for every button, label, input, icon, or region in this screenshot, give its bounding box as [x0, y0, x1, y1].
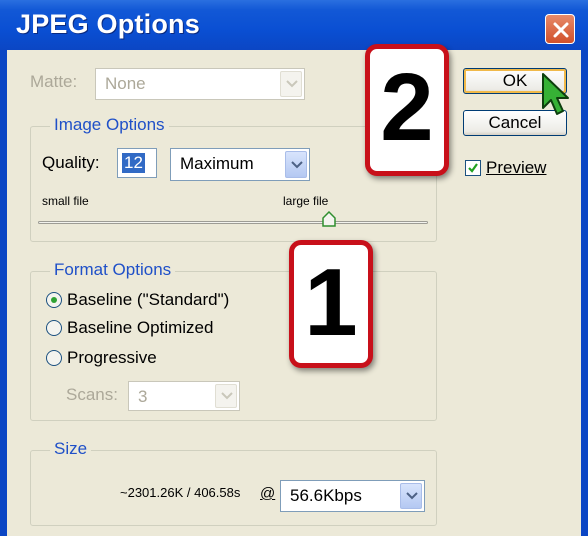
callout-1-number: 1 — [304, 249, 358, 356]
window-border-left — [0, 50, 7, 536]
preview-checkbox[interactable] — [465, 160, 481, 176]
matte-label: Matte: — [30, 72, 78, 91]
callout-2-number: 2 — [380, 54, 434, 161]
radio-baseline-standard[interactable] — [46, 292, 62, 308]
matte-value: None — [105, 74, 146, 93]
connection-speed-select[interactable]: 56.6Kbps — [280, 480, 425, 512]
close-icon — [553, 22, 569, 38]
quality-slider-thumb[interactable] — [322, 211, 336, 227]
close-button[interactable] — [545, 14, 575, 44]
format-options-legend: Format Options — [50, 260, 176, 280]
preview-label[interactable]: Preview — [486, 158, 546, 178]
quality-slider-track[interactable] — [38, 221, 428, 224]
scans-label: Scans: — [66, 385, 118, 404]
callout-2: 2 — [365, 44, 449, 176]
chevron-down-icon — [291, 160, 303, 168]
callout-1: 1 — [289, 240, 373, 368]
quality-label: Quality: — [42, 153, 100, 172]
title-bar[interactable]: JPEG Options — [0, 0, 588, 50]
image-options-legend: Image Options — [50, 115, 169, 135]
connection-speed-dropdown-button[interactable] — [400, 483, 422, 509]
radio-selected-dot — [51, 297, 57, 303]
window-border-right — [581, 50, 588, 536]
matte-dropdown-button — [280, 71, 302, 97]
jpeg-options-dialog: JPEG Options Matte: None Image Options Q… — [0, 0, 588, 536]
scans-dropdown-button — [215, 384, 237, 408]
checkmark-icon — [468, 163, 478, 173]
matte-select: None — [95, 68, 305, 100]
size-estimate: ~2301.26K / 406.58s — [120, 485, 241, 500]
chevron-down-icon — [286, 80, 298, 88]
preview-label-text: Preview — [486, 158, 547, 177]
quality-preset-dropdown-button[interactable] — [285, 151, 307, 178]
radio-baseline-optimized[interactable] — [46, 320, 62, 336]
size-legend: Size — [50, 439, 92, 459]
quality-value: 12 — [122, 153, 145, 173]
quality-preset-select[interactable]: Maximum — [170, 148, 310, 181]
quality-input[interactable]: 12 — [117, 148, 157, 178]
scans-select: 3 — [128, 381, 240, 411]
cursor-arrow-icon — [542, 73, 569, 115]
at-symbol: @ — [260, 485, 276, 502]
large-file-label: large file — [283, 194, 329, 208]
chevron-down-icon — [406, 492, 418, 500]
scans-value: 3 — [138, 387, 148, 406]
radio-progressive[interactable] — [46, 350, 62, 366]
radio-progressive-label[interactable]: Progressive — [67, 348, 157, 368]
quality-preset-value: Maximum — [180, 154, 254, 173]
radio-baseline-optimized-label[interactable]: Baseline Optimized — [67, 318, 213, 338]
window-title: JPEG Options — [16, 9, 200, 39]
chevron-down-icon — [221, 392, 233, 400]
small-file-label: small file — [42, 194, 89, 208]
radio-baseline-standard-label[interactable]: Baseline ("Standard") — [67, 290, 229, 310]
connection-speed-value: 56.6Kbps — [290, 486, 362, 505]
